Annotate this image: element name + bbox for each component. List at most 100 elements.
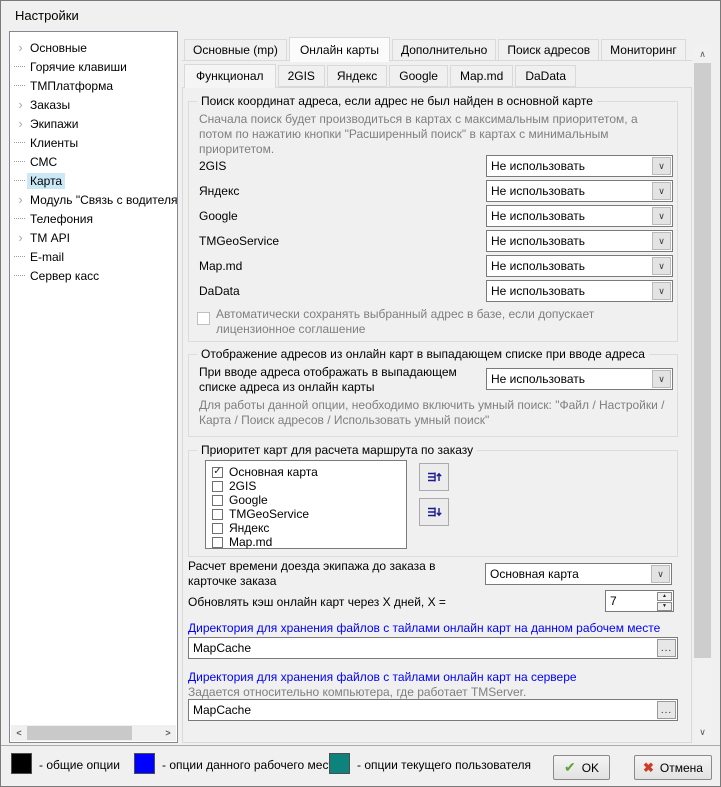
provider-combo-yandex[interactable]: Не использовать ∨	[486, 180, 673, 202]
sidebar-item-sms[interactable]: СМС	[10, 152, 177, 171]
chevron-down-icon[interactable]: ∨	[652, 182, 671, 200]
priority-item[interactable]: Яндекс	[209, 521, 403, 535]
unchecked-checkbox[interactable]	[212, 495, 223, 506]
move-down-button[interactable]	[419, 498, 449, 526]
priority-item[interactable]: Google	[209, 493, 403, 507]
browse-icon[interactable]: ...	[657, 639, 676, 657]
tab-monitoring[interactable]: Мониторинг	[601, 39, 686, 61]
tab-dopolnitelno[interactable]: Дополнительно	[392, 39, 496, 61]
tab-funkcional[interactable]: Функционал	[184, 64, 276, 88]
tab-2gis[interactable]: 2GIS	[278, 65, 325, 87]
unchecked-checkbox[interactable]	[212, 481, 223, 492]
sidebar-item-modul-svyaz[interactable]: ›Модуль "Связь с водителя	[10, 190, 177, 209]
tree-expander-icon[interactable]: ›	[14, 41, 27, 54]
tree-connector	[14, 85, 25, 86]
provider-combo-tmgeoservice[interactable]: Не использовать ∨	[486, 230, 673, 252]
provider-label-2gis: 2GIS	[199, 159, 226, 173]
dir-local-label: Директория для хранения файлов с тайлами…	[188, 621, 660, 635]
provider-combo-google[interactable]: Не использовать ∨	[486, 205, 673, 227]
main-vertical-scrollbar[interactable]: ∧ ∨	[694, 46, 711, 741]
unchecked-checkbox[interactable]	[212, 537, 223, 548]
scroll-left-icon[interactable]: <	[11, 725, 27, 741]
priority-item[interactable]: Map.md	[209, 535, 403, 549]
eta-combo[interactable]: Основная карта ∨	[485, 563, 672, 585]
cache-days-input[interactable]	[606, 591, 652, 611]
cancel-button[interactable]: ✖ Отмена	[634, 755, 712, 780]
sidebar-item-tmplatforma[interactable]: ТМПлатформа	[10, 76, 177, 95]
priority-listbox[interactable]: ✓Основная карта 2GIS Google TMGeoService…	[205, 460, 407, 549]
scroll-up-icon[interactable]: ∧	[694, 46, 711, 63]
provider-combo-mapmd[interactable]: Не использовать ∨	[486, 255, 673, 277]
cache-days-label: Обновлять кэш онлайн карт через X дней, …	[188, 595, 446, 609]
tab-osnovnye-mp[interactable]: Основные (mp)	[184, 39, 287, 61]
scroll-down-icon[interactable]: ∨	[694, 724, 711, 741]
priority-item[interactable]: TMGeoService	[209, 507, 403, 521]
autosave-checkbox[interactable]	[197, 312, 210, 325]
sidebar-item-ekipazhi[interactable]: ›Экипажи	[10, 114, 177, 133]
tab-poisk-adresov[interactable]: Поиск адресов	[498, 39, 599, 61]
sidebar-item-telefoniya[interactable]: Телефония	[10, 209, 177, 228]
tab-google[interactable]: Google	[389, 65, 448, 87]
sidebar-item-tm-api[interactable]: ›ТМ API	[10, 228, 177, 247]
tab-yandex[interactable]: Яндекс	[327, 65, 387, 87]
main-panel: Основные (mp) Онлайн карты Дополнительно…	[182, 31, 713, 746]
chevron-down-icon[interactable]: ∨	[652, 282, 671, 300]
scroll-right-icon[interactable]: >	[160, 725, 176, 741]
vscroll-thumb[interactable]	[694, 63, 711, 658]
dir-server-label: Директория для хранения файлов с тайлами…	[188, 670, 577, 684]
browse-icon[interactable]: ...	[657, 701, 676, 719]
tree-expander-icon[interactable]: ›	[14, 231, 27, 244]
legend-common-label: - общие опции	[39, 758, 120, 772]
dir-server-field[interactable]: ...	[188, 699, 678, 721]
chevron-down-icon[interactable]: ∨	[652, 370, 671, 388]
sidebar-item-osnovnye[interactable]: ›Основные	[10, 38, 177, 57]
tree-expander-icon[interactable]: ›	[14, 193, 27, 206]
settings-tree: ›Основные Горячие клавиши ТМПлатформа ›З…	[9, 31, 178, 743]
ok-button[interactable]: ✔ OK	[553, 755, 610, 780]
provider-combo-dadata[interactable]: Не использовать ∨	[486, 280, 673, 302]
unchecked-checkbox[interactable]	[212, 509, 223, 520]
sidebar-item-zakazy[interactable]: ›Заказы	[10, 95, 177, 114]
sidebar-item-karta[interactable]: Карта	[10, 171, 177, 190]
move-up-icon	[426, 469, 442, 485]
tree-connector	[14, 275, 25, 276]
bottom-bar: - общие опции - опции данного рабочего м…	[1, 745, 720, 787]
move-up-button[interactable]	[419, 463, 449, 491]
unchecked-checkbox[interactable]	[212, 523, 223, 534]
chevron-down-icon[interactable]: ∨	[652, 207, 671, 225]
vscroll-track[interactable]	[694, 63, 711, 724]
sidebar-item-server-kass[interactable]: Сервер касс	[10, 266, 177, 285]
priority-item[interactable]: ✓Основная карта	[209, 465, 403, 479]
dropdown-display-combo[interactable]: Не использовать ∨	[486, 368, 673, 390]
provider-label-mapmd: Map.md	[199, 259, 242, 273]
provider-combo-2gis[interactable]: Не использовать ∨	[486, 155, 673, 177]
tab-mapmd[interactable]: Map.md	[450, 65, 513, 87]
tree-connector	[14, 161, 25, 162]
tab-online-karty[interactable]: Онлайн карты	[289, 37, 390, 62]
tree-connector	[14, 218, 25, 219]
chevron-down-icon[interactable]: ∨	[652, 257, 671, 275]
tree-expander-icon[interactable]: ›	[14, 98, 27, 111]
sidebar-item-goryachie-klavishi[interactable]: Горячие клавиши	[10, 57, 177, 76]
hscroll-track[interactable]	[27, 725, 160, 741]
dir-local-input[interactable]	[189, 641, 656, 655]
spin-up-icon[interactable]: ▲	[657, 592, 672, 601]
tree-connector	[14, 66, 25, 67]
spin-down-icon[interactable]: ▼	[657, 602, 672, 611]
cache-days-spinner[interactable]: ▲ ▼	[605, 590, 674, 612]
priority-item[interactable]: 2GIS	[209, 479, 403, 493]
move-down-icon	[426, 504, 442, 520]
group-title: Приоритет карт для расчета маршрута по з…	[197, 443, 477, 457]
tree-expander-icon[interactable]: ›	[14, 117, 27, 130]
chevron-down-icon[interactable]: ∨	[652, 157, 671, 175]
dir-local-field[interactable]: ...	[188, 637, 678, 659]
chevron-down-icon[interactable]: ∨	[651, 565, 670, 583]
hscroll-thumb[interactable]	[27, 726, 132, 740]
tab-dadata[interactable]: DaData	[515, 65, 576, 87]
sidebar-item-klienty[interactable]: Клиенты	[10, 133, 177, 152]
tree-horizontal-scrollbar[interactable]: < >	[11, 725, 176, 741]
dir-server-input[interactable]	[189, 703, 656, 717]
sidebar-item-email[interactable]: E-mail	[10, 247, 177, 266]
checked-checkbox[interactable]: ✓	[212, 467, 223, 478]
chevron-down-icon[interactable]: ∨	[652, 232, 671, 250]
